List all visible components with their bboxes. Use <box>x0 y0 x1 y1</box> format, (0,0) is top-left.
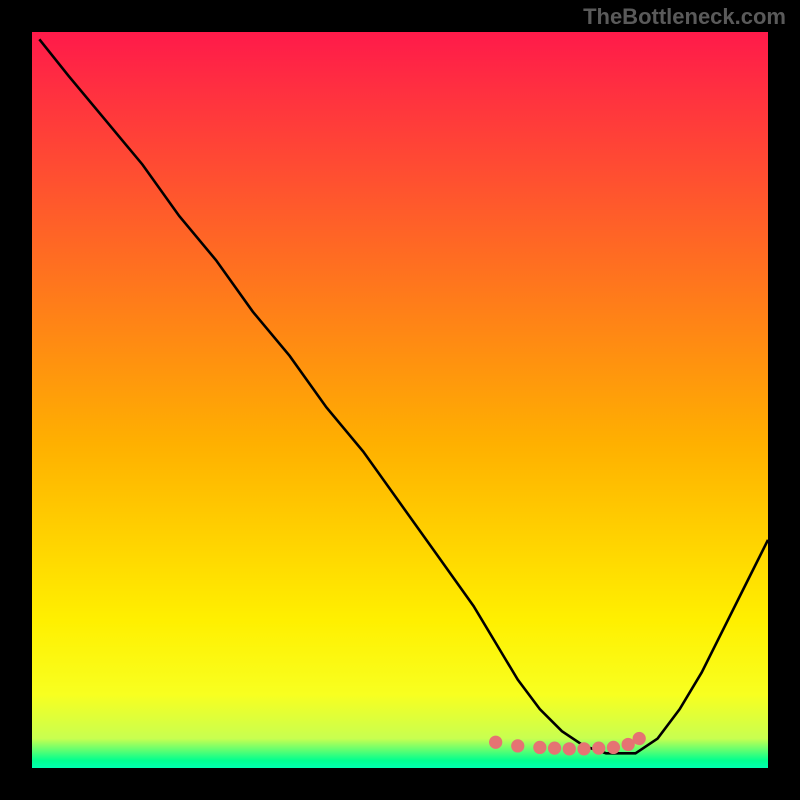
optimal-marker <box>533 741 546 754</box>
optimal-marker <box>563 742 576 755</box>
optimal-marker <box>607 741 620 754</box>
optimal-marker <box>592 742 605 755</box>
chart-plot-area <box>32 32 768 768</box>
optimal-marker <box>489 736 502 749</box>
optimal-marker <box>577 742 590 755</box>
optimal-marker <box>511 739 524 752</box>
watermark-text: TheBottleneck.com <box>583 4 786 30</box>
bottleneck-curve-line <box>39 39 768 753</box>
optimal-marker <box>548 742 561 755</box>
optimal-marker <box>633 732 646 745</box>
chart-svg <box>32 32 768 768</box>
